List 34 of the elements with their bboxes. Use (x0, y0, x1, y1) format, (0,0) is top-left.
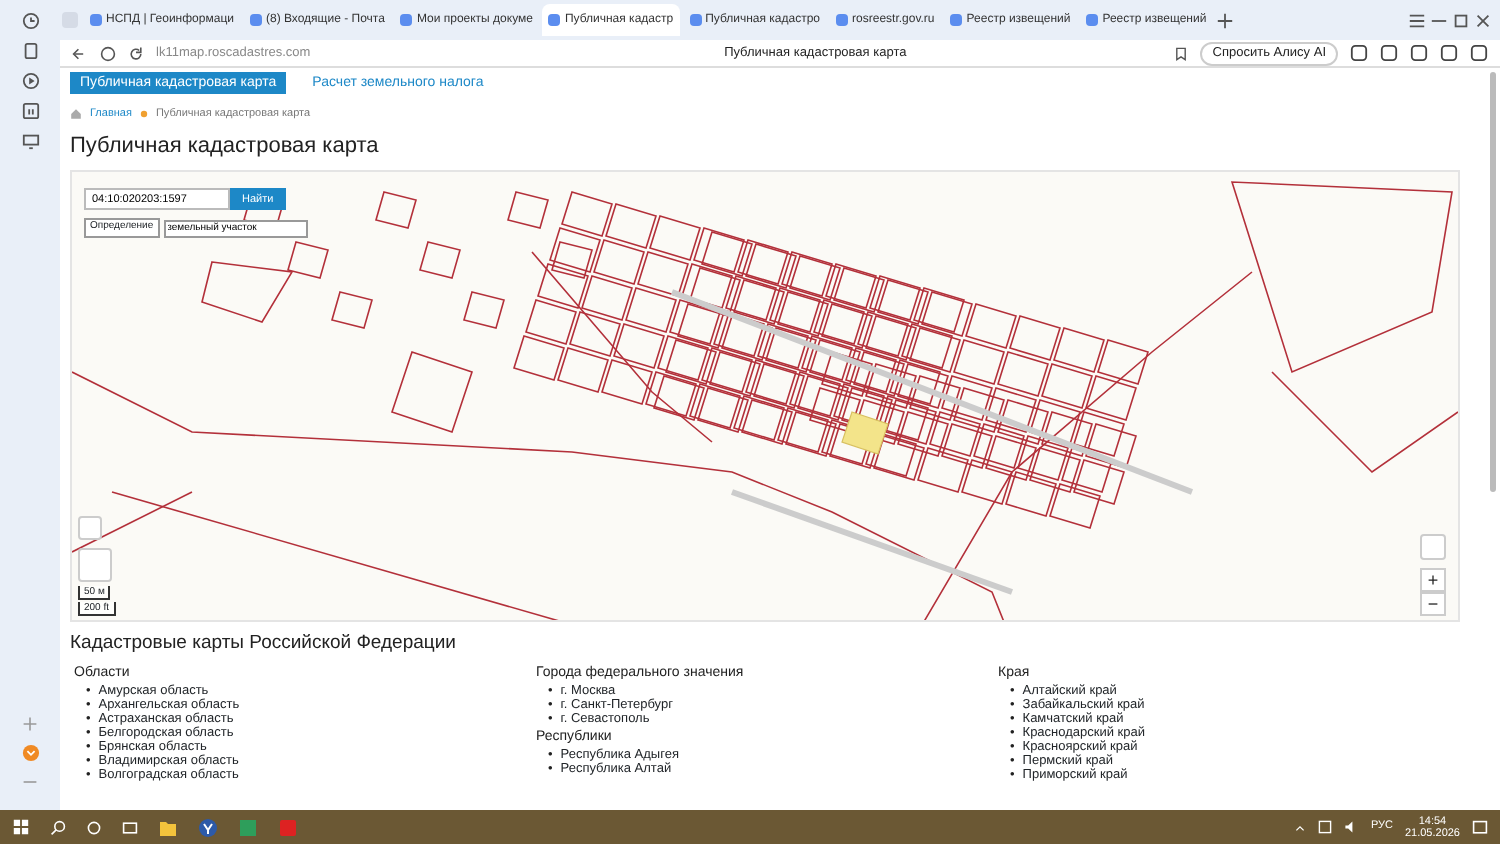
favicon-icon (400, 14, 413, 26)
favicon-icon (950, 14, 963, 26)
chevron-up-icon[interactable] (1294, 821, 1307, 833)
clock-icon[interactable] (21, 12, 39, 30)
favicon-icon (1086, 14, 1099, 26)
bookmark-icon[interactable] (1174, 45, 1189, 61)
page-heading: Публичная кадастровая карта (70, 134, 381, 161)
monitor-icon[interactable] (21, 132, 39, 150)
favicon-icon (548, 14, 561, 26)
zoom-out-button[interactable]: − (1420, 592, 1446, 617)
favicon-icon (90, 14, 102, 26)
favicon-icon (836, 14, 849, 26)
separator-icon (139, 110, 148, 119)
folder-icon[interactable] (158, 817, 178, 837)
notes-icon[interactable] (21, 42, 39, 60)
browser-icon[interactable] (198, 817, 218, 837)
menu-icon[interactable] (1408, 11, 1426, 29)
windows-icon[interactable] (12, 818, 30, 836)
zoom-in-button[interactable]: + (1420, 568, 1446, 593)
new-tab-icon[interactable] (1216, 11, 1235, 29)
back-icon[interactable] (72, 45, 88, 61)
calendar-icon[interactable] (21, 102, 39, 120)
task-view-icon[interactable] (122, 819, 138, 835)
favicon-icon (249, 14, 262, 26)
home-icon (70, 108, 82, 121)
search-icon[interactable] (50, 819, 66, 835)
reload-icon[interactable] (128, 45, 144, 61)
maximize-icon[interactable] (1452, 11, 1470, 29)
play-icon[interactable] (21, 72, 39, 90)
circle-icon[interactable] (86, 819, 102, 835)
scrollbar[interactable] (1490, 72, 1496, 492)
section-heading: Кадастровые карты Российской Федерации (70, 630, 458, 659)
close-icon[interactable] (1474, 11, 1492, 29)
favicon-icon (689, 14, 702, 26)
